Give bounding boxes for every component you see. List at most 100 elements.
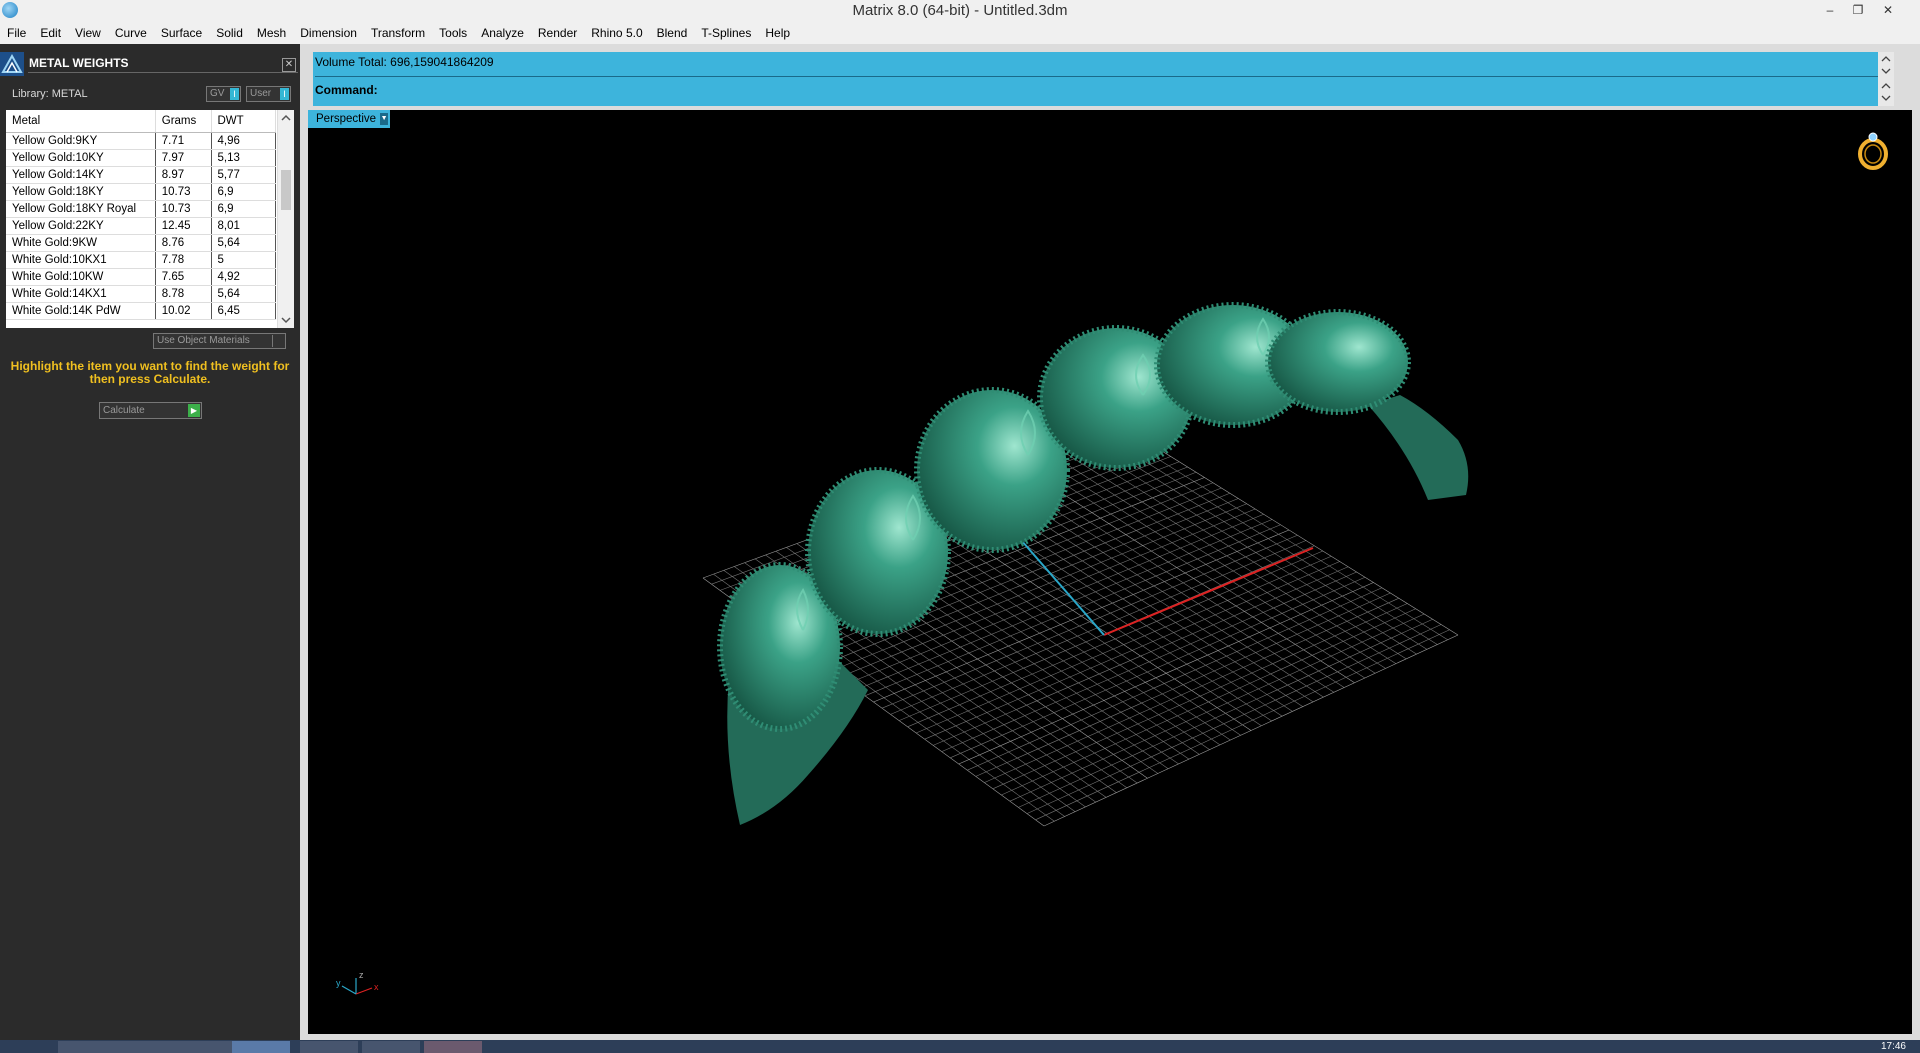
table-row[interactable]: Yellow Gold:22KY 12.45 8,01	[6, 217, 276, 235]
taskbar-app-button[interactable]	[232, 1041, 290, 1053]
metal-grams: 10.02	[155, 302, 212, 320]
gv-toggle[interactable]: GV I	[206, 86, 241, 102]
column-header-metal[interactable]: Metal	[6, 110, 156, 133]
divider	[28, 72, 298, 73]
metal-dwt: 6,9	[211, 183, 276, 201]
close-button[interactable]: ✕	[1874, 0, 1902, 20]
minimize-button[interactable]: –	[1816, 0, 1844, 20]
restore-button[interactable]: ❐	[1844, 0, 1872, 20]
menu-analyze[interactable]: Analyze	[474, 26, 531, 40]
table-row[interactable]: White Gold:10KW 7.65 4,92	[6, 268, 276, 286]
table-row[interactable]: White Gold:14K PdW 10.02 6,45	[6, 302, 276, 320]
grid-line	[1088, 436, 1428, 650]
taskbar-app-button[interactable]	[300, 1041, 358, 1053]
column-header-dwt[interactable]: DWT	[211, 110, 276, 133]
menu-file[interactable]: File	[0, 26, 33, 40]
menu-surface[interactable]: Surface	[154, 26, 209, 40]
table-row[interactable]: White Gold:14KX1 8.78 5,64	[6, 285, 276, 303]
table-row[interactable]: White Gold:9KW 8.76 5,64	[6, 234, 276, 252]
table-row[interactable]: Yellow Gold:14KY 8.97 5,77	[6, 166, 276, 184]
axis-x-label: x	[374, 982, 379, 992]
menu-transform[interactable]: Transform	[364, 26, 432, 40]
table-row[interactable]: Yellow Gold:9KY 7.71 4,96	[6, 132, 276, 150]
metal-name: Yellow Gold:10KY	[6, 149, 156, 167]
axis-z-label: z	[359, 970, 364, 980]
metal-name: White Gold:9KW	[6, 234, 156, 252]
calculate-button[interactable]: Calculate ▶	[99, 402, 202, 419]
table-row[interactable]: Yellow Gold:10KY 7.97 5,13	[6, 149, 276, 167]
ring-domes	[717, 302, 1411, 732]
column-header-grams[interactable]: Grams	[155, 110, 212, 133]
grid-line	[1001, 608, 1416, 796]
library-label: Library: METAL	[12, 88, 88, 100]
clock: 17:46	[1880, 1041, 1906, 1052]
metal-name: Yellow Gold:18KY Royal	[6, 200, 156, 218]
panel-close-icon[interactable]: ✕	[282, 58, 296, 72]
use-object-materials-checkbox[interactable]: Use Object Materials	[153, 333, 286, 349]
menu-blend[interactable]: Blend	[650, 26, 695, 40]
ring-icon[interactable]	[1851, 128, 1895, 172]
grid-line	[1078, 440, 1417, 655]
toggle-indicator-icon: I	[230, 88, 239, 100]
taskbar-app-button[interactable]	[424, 1041, 482, 1053]
menu-view[interactable]: View	[68, 26, 108, 40]
metal-dwt: 8,01	[211, 217, 276, 235]
user-toggle[interactable]: User I	[246, 86, 291, 102]
play-icon: ▶	[188, 404, 200, 417]
command-prompt[interactable]: Command:	[315, 83, 378, 97]
model-scene	[702, 302, 1469, 827]
scrollbar-track-icon	[281, 114, 291, 324]
menu-dimension[interactable]: Dimension	[293, 26, 364, 40]
metal-table: Metal Grams DWT Yellow Gold:9KY 7.71 4,96 …	[6, 110, 294, 328]
command-scrollbar[interactable]	[1878, 52, 1894, 106]
taskbar-app-button[interactable]	[174, 1041, 232, 1053]
menu-help[interactable]: Help	[758, 26, 797, 40]
metal-dwt: 4,92	[211, 268, 276, 286]
table-row[interactable]: White Gold:10KX1 7.78 5	[6, 251, 276, 269]
menu-bar: File Edit View Curve Surface Solid Mesh …	[0, 22, 1920, 44]
metal-dwt: 4,96	[211, 132, 276, 150]
taskbar-app-button[interactable]	[116, 1041, 174, 1053]
matrix-logo-icon	[0, 52, 24, 76]
metal-grams: 7.78	[155, 251, 212, 269]
metal-grams: 7.71	[155, 132, 212, 150]
checkbox-icon	[272, 335, 284, 347]
scroll-arrows-icon	[1881, 56, 1891, 101]
menu-rhino[interactable]: Rhino 5.0	[584, 26, 649, 40]
table-row[interactable]: Yellow Gold:18KY 10.73 6,9	[6, 183, 276, 201]
menu-tsplines[interactable]: T-Splines	[694, 26, 758, 40]
metal-grams: 8.97	[155, 166, 212, 184]
user-label: User	[250, 88, 272, 99]
table-scrollbar[interactable]	[277, 110, 294, 328]
taskbar-app-button[interactable]	[362, 1041, 420, 1053]
metal-dwt: 5,64	[211, 234, 276, 252]
menu-curve[interactable]: Curve	[108, 26, 154, 40]
use-object-materials-label: Use Object Materials	[157, 335, 250, 346]
metal-name: White Gold:10KX1	[6, 251, 156, 269]
calculate-label: Calculate	[103, 405, 145, 416]
metal-grams: 8.78	[155, 285, 212, 303]
perspective-viewport[interactable]: Perspective ▼ y z x	[308, 110, 1912, 1034]
menu-tools[interactable]: Tools	[432, 26, 474, 40]
menu-solid[interactable]: Solid	[209, 26, 250, 40]
metal-name: White Gold:14K PdW	[6, 302, 156, 320]
table-row[interactable]: Yellow Gold:18KY Royal 10.73 6,9	[6, 200, 276, 218]
grid-line	[1043, 634, 1459, 827]
metal-grams: 7.97	[155, 149, 212, 167]
menu-mesh[interactable]: Mesh	[250, 26, 293, 40]
viewport-name: Perspective	[316, 113, 377, 125]
title-bar: Matrix 8.0 (64-bit) - Untitled.3dm – ❐ ✕	[0, 0, 1920, 22]
metal-dwt: 5,64	[211, 285, 276, 303]
start-button[interactable]	[0, 1041, 46, 1053]
ring-shank-right	[1368, 395, 1469, 500]
chevron-down-icon[interactable]: ▼	[380, 113, 389, 125]
menu-render[interactable]: Render	[531, 26, 584, 40]
viewport-tab[interactable]: Perspective ▼	[308, 110, 391, 128]
menu-edit[interactable]: Edit	[33, 26, 68, 40]
metal-grams: 10.73	[155, 183, 212, 201]
metal-weights-panel: METAL WEIGHTS ✕ Library: METAL GV I User I…	[0, 44, 300, 1040]
metal-name: White Gold:10KW	[6, 268, 156, 286]
grid-line	[1109, 428, 1448, 641]
metal-grams: 8.76	[155, 234, 212, 252]
taskbar-app-button[interactable]	[58, 1041, 116, 1053]
